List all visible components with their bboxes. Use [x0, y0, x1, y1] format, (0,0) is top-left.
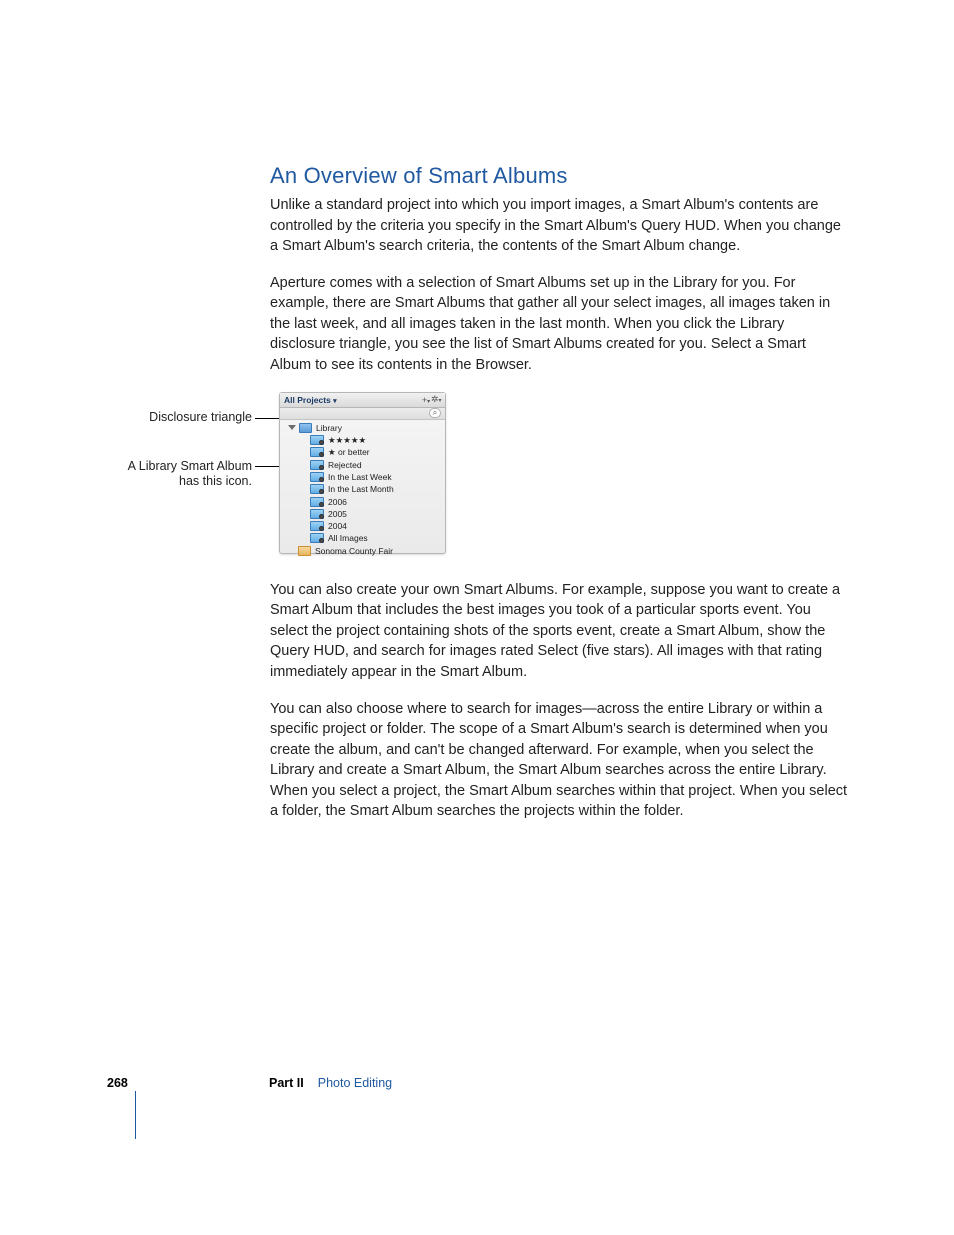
row-label: ★ or better [328, 447, 370, 458]
paragraph-1: Unlike a standard project into which you… [270, 195, 850, 257]
section-heading: An Overview of Smart Albums [270, 163, 850, 189]
smart-album-row[interactable]: All Images [282, 532, 443, 544]
callout-smart-album-icon: A Library Smart Album has this icon. [112, 459, 252, 490]
row-label: 2004 [328, 521, 347, 531]
dropdown-triangle-icon: ▾ [427, 399, 430, 405]
library-row[interactable]: Library [282, 422, 443, 434]
row-label: 2006 [328, 497, 347, 507]
action-menu-button[interactable]: ✲▾ [431, 394, 441, 405]
panel-title-text: All Projects [284, 395, 331, 405]
row-label: In the Last Month [328, 484, 394, 494]
library-icon [299, 423, 312, 433]
smart-album-icon [310, 435, 324, 445]
paragraph-3: You can also create your own Smart Album… [270, 580, 850, 683]
sidebar-tree: Library ★★★★★ ★ or better Rejected In th… [280, 420, 445, 559]
page-footer: 268 Part II Photo Editing [107, 1076, 847, 1090]
part-label: Part II [269, 1076, 304, 1090]
row-label: ★★★★★ [328, 435, 366, 446]
smart-album-row[interactable]: 2006 [282, 495, 443, 507]
row-label: All Images [328, 533, 368, 543]
row-label: Library [316, 423, 342, 433]
figure: Disclosure triangle A Library Smart Albu… [270, 392, 850, 556]
row-label: Rejected [328, 460, 362, 470]
smart-album-row[interactable]: 2004 [282, 520, 443, 532]
row-label: In the Last Week [328, 472, 392, 482]
smart-album-icon [310, 472, 324, 482]
part-name: Photo Editing [318, 1076, 392, 1090]
panel-search-row: ⌕ [280, 408, 445, 420]
callout-disclosure-triangle: Disclosure triangle [132, 410, 252, 426]
row-label: 2005 [328, 509, 347, 519]
project-row[interactable]: Sonoma County Fair [282, 545, 443, 557]
smart-album-icon [310, 509, 324, 519]
dropdown-triangle-icon: ▾ [439, 398, 442, 404]
footer-rule [135, 1091, 136, 1139]
callout-text-line2: has this icon. [179, 474, 252, 488]
smart-album-row[interactable]: Rejected [282, 459, 443, 471]
callout-text-line1: A Library Smart Album [128, 459, 252, 473]
smart-album-row[interactable]: ★ or better [282, 446, 443, 458]
paragraph-4: You can also choose where to search for … [270, 699, 850, 822]
row-label: Sonoma County Fair [315, 546, 393, 556]
project-icon [298, 546, 311, 556]
add-button[interactable]: +▾ [421, 395, 431, 405]
smart-album-row[interactable]: In the Last Week [282, 471, 443, 483]
panel-title[interactable]: All Projects ▾ [284, 395, 421, 405]
page-number: 268 [107, 1076, 269, 1090]
search-icon[interactable]: ⌕ [429, 408, 441, 418]
panel-header: All Projects ▾ +▾ ✲▾ [280, 393, 445, 408]
smart-album-row[interactable]: 2005 [282, 508, 443, 520]
disclosure-triangle-icon[interactable] [288, 425, 296, 430]
projects-panel: All Projects ▾ +▾ ✲▾ ⌕ Library ★★★★★ [279, 392, 446, 554]
smart-album-icon [310, 521, 324, 531]
smart-album-row[interactable]: In the Last Month [282, 483, 443, 495]
dropdown-triangle-icon: ▾ [333, 398, 337, 405]
smart-album-icon [310, 497, 324, 507]
smart-album-icon [310, 460, 324, 470]
smart-album-icon [310, 447, 324, 457]
gear-icon: ✲ [431, 394, 439, 404]
smart-album-icon [310, 484, 324, 494]
smart-album-row[interactable]: ★★★★★ [282, 434, 443, 446]
smart-album-icon [310, 533, 324, 543]
paragraph-2: Aperture comes with a selection of Smart… [270, 273, 850, 376]
